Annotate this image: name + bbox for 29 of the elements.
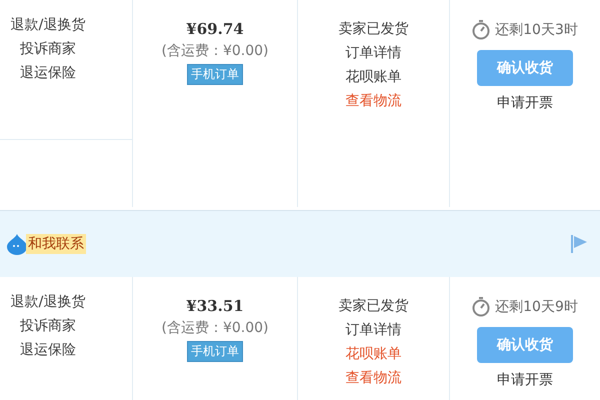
stopwatch-icon bbox=[472, 297, 490, 317]
mobile-order-badge: 手机订单 bbox=[187, 341, 243, 362]
contact-me-link[interactable]: 和我联系 bbox=[26, 234, 86, 254]
order-link[interactable]: 查看物流 bbox=[346, 92, 402, 110]
invoice-link[interactable]: 申请开票 bbox=[497, 371, 553, 389]
order-link[interactable]: 订单详情 bbox=[346, 44, 402, 62]
shipping-fee: (含运费：¥0.00) bbox=[161, 319, 268, 337]
order-price: ¥69.74 bbox=[186, 20, 244, 38]
order-link[interactable]: 订单详情 bbox=[346, 321, 402, 339]
service-link[interactable]: 退运保险 bbox=[20, 341, 76, 359]
order-price: ¥33.51 bbox=[186, 297, 244, 315]
service-link[interactable]: 退款/退换货 bbox=[10, 293, 86, 311]
chat-bubble-icon[interactable] bbox=[6, 233, 28, 255]
order-link[interactable]: 卖家已发货 bbox=[338, 297, 408, 315]
service-link[interactable]: 退运保险 bbox=[20, 64, 76, 82]
order-link[interactable]: 花呗账单 bbox=[346, 345, 402, 363]
order-link[interactable]: 卖家已发货 bbox=[338, 20, 408, 38]
service-link[interactable]: 投诉商家 bbox=[20, 40, 76, 58]
flag-icon[interactable] bbox=[570, 233, 588, 255]
remaining-time: 还剩10天9时 bbox=[495, 298, 578, 316]
invoice-link[interactable]: 申请开票 bbox=[497, 94, 553, 112]
order-link[interactable]: 花呗账单 bbox=[346, 68, 402, 86]
remaining-time: 还剩10天3时 bbox=[495, 21, 578, 39]
shipping-fee: (含运费：¥0.00) bbox=[161, 42, 268, 60]
service-link[interactable]: 退款/退换货 bbox=[10, 16, 86, 34]
order-link[interactable]: 查看物流 bbox=[346, 369, 402, 387]
service-link[interactable]: 投诉商家 bbox=[20, 317, 76, 335]
mobile-order-badge: 手机订单 bbox=[187, 64, 243, 85]
stopwatch-icon bbox=[472, 20, 490, 40]
